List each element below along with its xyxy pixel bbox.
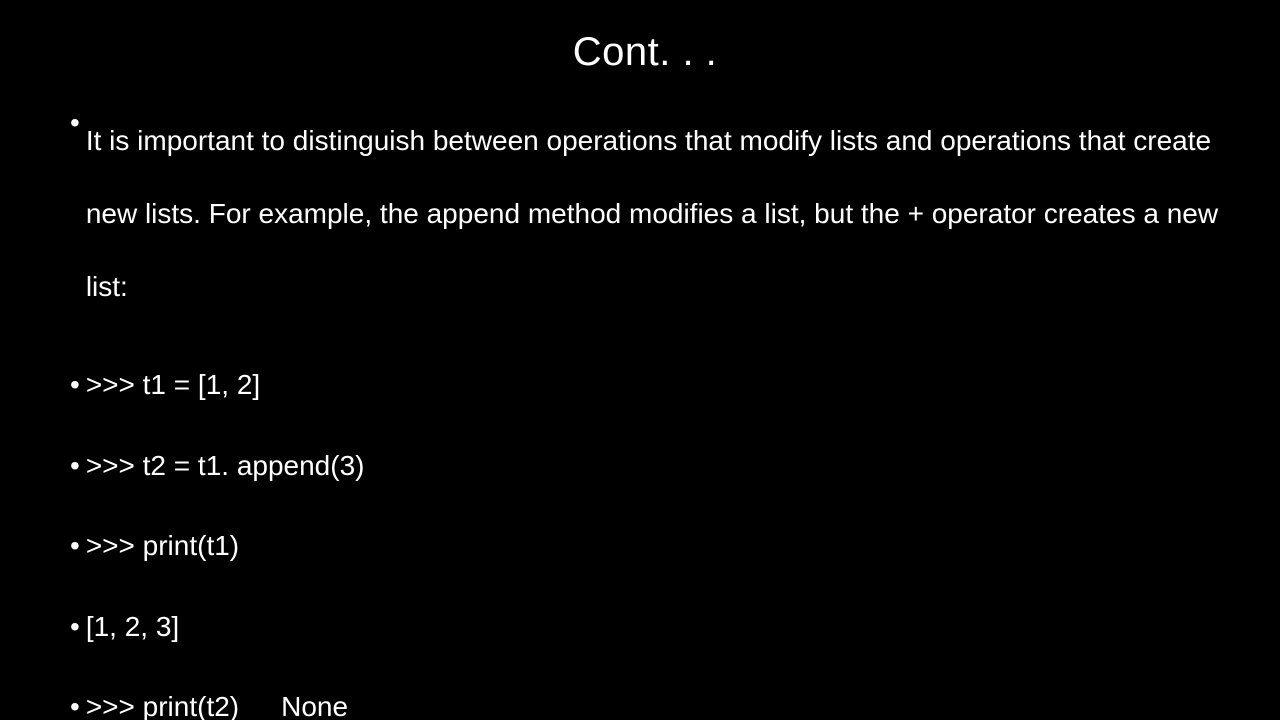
bullet-dot-icon: • bbox=[70, 689, 80, 720]
bullet-item: • It is important to distinguish between… bbox=[70, 105, 1220, 323]
bullet-text: >>> print(t2) None bbox=[86, 689, 1220, 720]
bullet-item: • >>> t1 = [1, 2] bbox=[70, 367, 1220, 403]
slide: Cont. . . • It is important to distingui… bbox=[0, 0, 1280, 720]
bullet-text: >>> print(t1) bbox=[86, 528, 1220, 564]
bullet-item: • >>> print(t2) None bbox=[70, 689, 1220, 720]
bullet-list: • It is important to distinguish between… bbox=[70, 105, 1220, 720]
bullet-dot-icon: • bbox=[70, 609, 80, 645]
bullet-text: >>> t1 = [1, 2] bbox=[86, 367, 1220, 403]
bullet-dot-icon: • bbox=[70, 367, 80, 403]
bullet-text: It is important to distinguish between o… bbox=[86, 105, 1220, 323]
bullet-item: • >>> print(t1) bbox=[70, 528, 1220, 564]
bullet-item: • >>> t2 = t1. append(3) bbox=[70, 448, 1220, 484]
bullet-text: >>> t2 = t1. append(3) bbox=[86, 448, 1220, 484]
bullet-text: [1, 2, 3] bbox=[86, 609, 1220, 645]
bullet-dot-icon: • bbox=[70, 528, 80, 564]
bullet-item: • [1, 2, 3] bbox=[70, 609, 1220, 645]
bullet-dot-icon: • bbox=[70, 105, 80, 323]
slide-title: Cont. . . bbox=[70, 30, 1220, 75]
bullet-dot-icon: • bbox=[70, 448, 80, 484]
